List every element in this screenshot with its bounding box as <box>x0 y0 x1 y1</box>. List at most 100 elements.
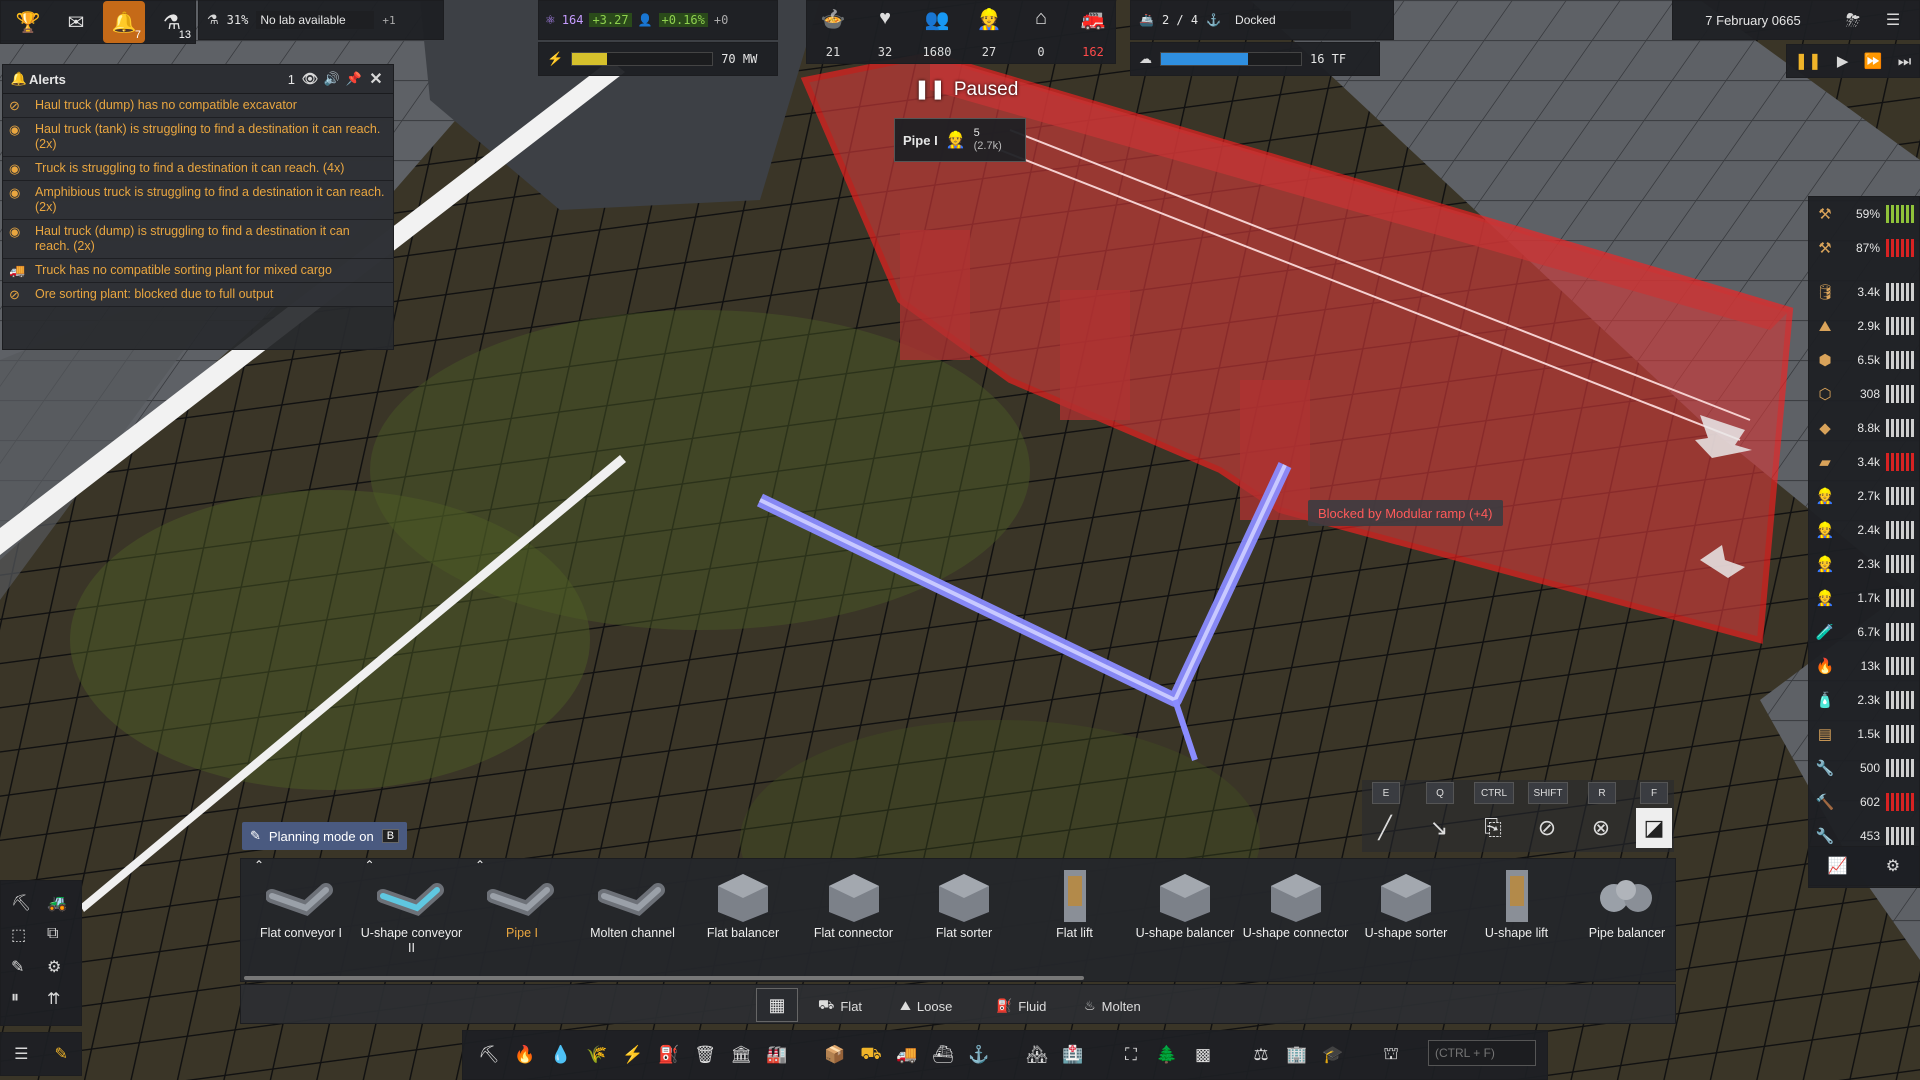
resource-row[interactable]: ⚒ 87% <box>1810 232 1918 264</box>
resource-row[interactable]: ◆ 8.8k <box>1810 412 1918 444</box>
expand-icon[interactable]: ⌃ <box>475 858 485 872</box>
trees-icon[interactable]: 🌲 <box>1152 1040 1182 1070</box>
retaining-walls-icon[interactable]: ⛶ <box>1116 1040 1146 1070</box>
tool-card[interactable]: Flat balancer <box>690 862 796 974</box>
education-icon[interactable]: 🎓 <box>1318 1040 1348 1070</box>
tool-card[interactable]: Pipe I ⌃ <box>469 858 575 974</box>
alert-item[interactable]: ◉ Truck is struggling to find a destinati… <box>3 157 393 181</box>
layers-icon[interactable]: ☰ <box>14 1044 28 1064</box>
eye-icon[interactable]: 👁 <box>299 71 321 87</box>
grid-view-icon[interactable]: ▦ <box>756 988 798 1022</box>
fastest-forward-icon[interactable]: ⏭ <box>1898 53 1912 70</box>
resource-row[interactable]: 👷 2.3k <box>1810 548 1918 580</box>
close-icon[interactable]: ✕ <box>365 69 387 89</box>
copy-icon[interactable]: ⧉ <box>47 925 58 943</box>
resource-row[interactable]: ⬢ 6.5k <box>1810 344 1918 376</box>
menu-icon[interactable]: ☰ <box>1873 10 1913 30</box>
resource-row[interactable]: ⚒ 59% <box>1810 198 1918 230</box>
storage-icon[interactable]: 📦 <box>820 1040 850 1070</box>
mining-icon[interactable]: ⛏ <box>474 1040 504 1070</box>
pin-icon[interactable]: 📌 <box>343 71 365 87</box>
transports-icon[interactable]: ⛟ <box>856 1040 886 1070</box>
weather-icon[interactable]: ⛈ <box>1833 10 1873 31</box>
sound-icon[interactable]: 🔊 <box>321 71 343 87</box>
remove-tool-icon[interactable]: ⊗ <box>1580 808 1622 848</box>
tool-card[interactable]: U-shape balancer <box>1132 862 1238 974</box>
resource-row[interactable]: 🔥 13k <box>1810 650 1918 682</box>
research-bar[interactable]: ⚗ 31% No lab available +1 <box>198 0 444 40</box>
tool-card[interactable]: U-shape conveyor II ⌃ <box>359 858 465 974</box>
recipe-icon[interactable]: ⚙ <box>1886 856 1900 876</box>
alert-item[interactable]: ⊘ Ore sorting plant: blocked due to full … <box>3 283 393 307</box>
build-line-icon[interactable]: ╱ <box>1364 808 1406 848</box>
resource-row[interactable]: ▰ 3.4k <box>1810 446 1918 478</box>
flip-tool-icon[interactable]: ◪ <box>1636 808 1672 848</box>
docks-icon[interactable]: ⚓ <box>964 1040 994 1070</box>
vehicle-tool-icon[interactable]: 🚜 <box>47 893 67 913</box>
play-icon[interactable]: ▶ <box>1837 52 1849 70</box>
resource-row[interactable]: ⬡ 308 <box>1810 378 1918 410</box>
planning-mode-badge[interactable]: ✎ Planning mode on B <box>242 822 408 850</box>
water-icon[interactable]: 💧 <box>546 1040 576 1070</box>
compute-bar[interactable]: ☁ 16 TF <box>1130 42 1380 76</box>
assembly-icon[interactable]: 🏭 <box>762 1040 792 1070</box>
tool-card[interactable]: Flat conveyor I ⌃ <box>248 858 354 974</box>
alert-item[interactable]: ◉ Haul truck (dump) is struggling to find… <box>3 220 393 259</box>
housing-build-icon[interactable]: 🏘 <box>1022 1040 1052 1070</box>
tool-card[interactable]: Molten channel <box>580 862 686 974</box>
research-building-icon[interactable]: 🏛 <box>726 1040 756 1070</box>
expand-icon[interactable]: ⌃ <box>254 858 264 872</box>
resource-row[interactable]: 🔨 602 <box>1810 786 1918 818</box>
picker-icon[interactable]: ✎ <box>11 957 24 977</box>
notifications-button[interactable]: 🔔 7 <box>103 1 145 43</box>
resource-row[interactable]: ▤ 1.5k <box>1810 718 1918 750</box>
alert-item[interactable]: ◉ Amphibious truck is struggling to find … <box>3 181 393 220</box>
resource-row[interactable]: 🧴 2.3k <box>1810 684 1918 716</box>
tool-card[interactable]: Flat lift <box>1022 862 1128 974</box>
tool-card[interactable]: Flat connector <box>801 862 907 974</box>
palette-scrollbar[interactable] <box>244 976 1084 980</box>
resource-row[interactable]: 👷 2.7k <box>1810 480 1918 512</box>
build-diagonal-icon[interactable]: ↘ <box>1418 808 1460 848</box>
upgrade-icon[interactable]: ⇈ <box>47 989 60 1009</box>
tower-icon[interactable]: ⛫ <box>1376 1040 1406 1070</box>
category-loose[interactable]: ⛰ Loose <box>900 992 952 1020</box>
copy-tool-icon[interactable]: ⎘ <box>1472 808 1514 848</box>
planning-edit-icon[interactable]: ✎ <box>55 1044 68 1064</box>
category-fluid[interactable]: ⛽ Fluid <box>996 992 1046 1020</box>
alert-item[interactable]: 🚚 Truck has no compatible sorting plant f… <box>3 259 393 283</box>
power-icon[interactable]: ⚡ <box>618 1040 648 1070</box>
resource-row[interactable]: 👷 2.4k <box>1810 514 1918 546</box>
expand-icon[interactable]: ⌃ <box>365 858 375 872</box>
services-icon[interactable]: 🏥 <box>1058 1040 1088 1070</box>
alert-item[interactable]: ◉ Haul truck (tank) is struggling to find… <box>3 118 393 157</box>
mine-tower-icon[interactable]: ⛏ <box>11 893 31 913</box>
balance-icon[interactable]: ⚖ <box>1246 1040 1276 1070</box>
category-molten[interactable]: ♨ Molten <box>1084 992 1141 1020</box>
search-input[interactable] <box>1428 1040 1536 1066</box>
shipyard-bar[interactable]: 🚢 2 / 4 ⚓ Docked <box>1130 0 1394 40</box>
ships-icon[interactable]: ⛴ <box>928 1040 958 1070</box>
trophy-icon[interactable]: 🏆 <box>7 1 49 43</box>
cancel-tool-icon[interactable]: ⊘ <box>1526 808 1568 848</box>
mail-icon[interactable]: ✉ <box>55 1 97 43</box>
clone-config-icon[interactable]: ⚙ <box>47 957 61 977</box>
resource-row[interactable]: ⛰ 2.9k <box>1810 310 1918 342</box>
resource-row[interactable]: 🔧 500 <box>1810 752 1918 784</box>
research-button[interactable]: ⚗ 13 <box>151 1 193 43</box>
tool-card[interactable]: Pipe balancer <box>1574 862 1680 974</box>
tool-card[interactable]: U-shape sorter <box>1353 862 1459 974</box>
decorations-icon[interactable]: ▩ <box>1188 1040 1218 1070</box>
farming-icon[interactable]: 🌾 <box>582 1040 612 1070</box>
resource-row[interactable]: 🛢 3.4k <box>1810 276 1918 308</box>
priority-icon[interactable]: ⏸ <box>11 989 19 1007</box>
vehicles-icon[interactable]: 🚚 <box>892 1040 922 1070</box>
resource-row[interactable]: 🧪 6.7k <box>1810 616 1918 648</box>
category-flat[interactable]: ⛟ Flat <box>818 992 862 1020</box>
pause-icon[interactable]: ❚❚ <box>1795 51 1822 71</box>
power-bar[interactable]: ⚡ 70 MW <box>538 42 778 76</box>
tool-card[interactable]: Flat sorter <box>911 862 1017 974</box>
fast-forward-icon[interactable]: ⏩ <box>1864 52 1883 70</box>
resource-row[interactable]: 👷 1.7k <box>1810 582 1918 614</box>
tool-card[interactable]: U-shape lift <box>1464 862 1570 974</box>
